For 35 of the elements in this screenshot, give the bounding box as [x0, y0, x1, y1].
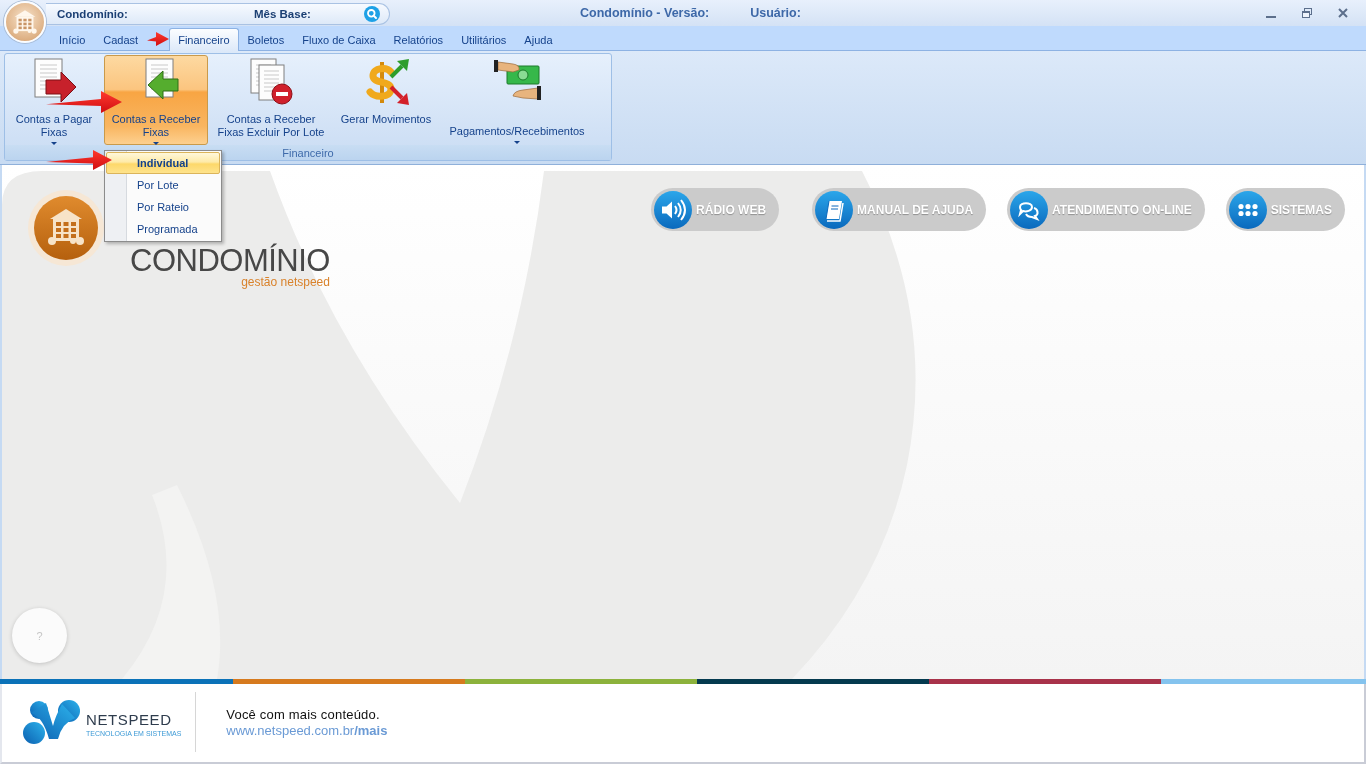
ribbon-tab[interactable]: Utilitários [452, 28, 516, 51]
ribbon-tab[interactable]: Fluxo de Caixa [293, 28, 385, 51]
window-title: Condomínio - Versão: [580, 6, 710, 20]
logo-mark-icon [22, 699, 82, 745]
building-icon [12, 9, 38, 35]
ribbon-button[interactable]: Contas a Receber Fixas [104, 55, 208, 145]
ribbon-tab[interactable]: Boletos [238, 28, 294, 51]
ribbon-button[interactable]: Contas a Receber Fixas Excluir Por Lote [212, 55, 330, 145]
ribbon-button[interactable]: Pagamentos/Recebimentos [442, 55, 592, 145]
speaker-icon [654, 190, 693, 229]
documents-minus-icon [247, 58, 295, 106]
ribbon-tab[interactable]: Cadast [94, 28, 148, 51]
restore-icon[interactable] [1301, 7, 1313, 19]
close-icon[interactable] [1337, 7, 1349, 19]
search-icon[interactable] [364, 5, 380, 22]
book-icon [815, 190, 854, 229]
annotation-arrow [147, 32, 170, 46]
brand-subtitle: gestão netspeed [241, 275, 330, 289]
user-label: Usuário: [750, 6, 801, 20]
menu-item[interactable]: Individual [106, 152, 220, 174]
quick-access-label: Mês Base: [254, 7, 312, 20]
menu-item[interactable]: Por Rateio [106, 196, 220, 218]
menu-item[interactable]: Programada [106, 218, 220, 240]
dots-grid-icon [1228, 190, 1267, 229]
slogan-text: Você com mais conteúdo. [226, 706, 381, 722]
menu-item[interactable]: Por Lote [106, 174, 220, 196]
building-logo-icon [28, 190, 104, 266]
quick-access-label: Condomínio: [57, 7, 129, 20]
brand-title: CONDOMÍNIO [130, 243, 330, 278]
chat-icon [1010, 190, 1049, 229]
ribbon-button[interactable]: Gerar Movimentos [334, 55, 438, 145]
ribbon-tab[interactable]: Ajuda [515, 28, 562, 51]
ribbon-tab[interactable]: Início [50, 28, 95, 51]
ribbon-tab[interactable]: Relatórios [384, 28, 453, 51]
company-name: NETSPEED [86, 711, 172, 728]
